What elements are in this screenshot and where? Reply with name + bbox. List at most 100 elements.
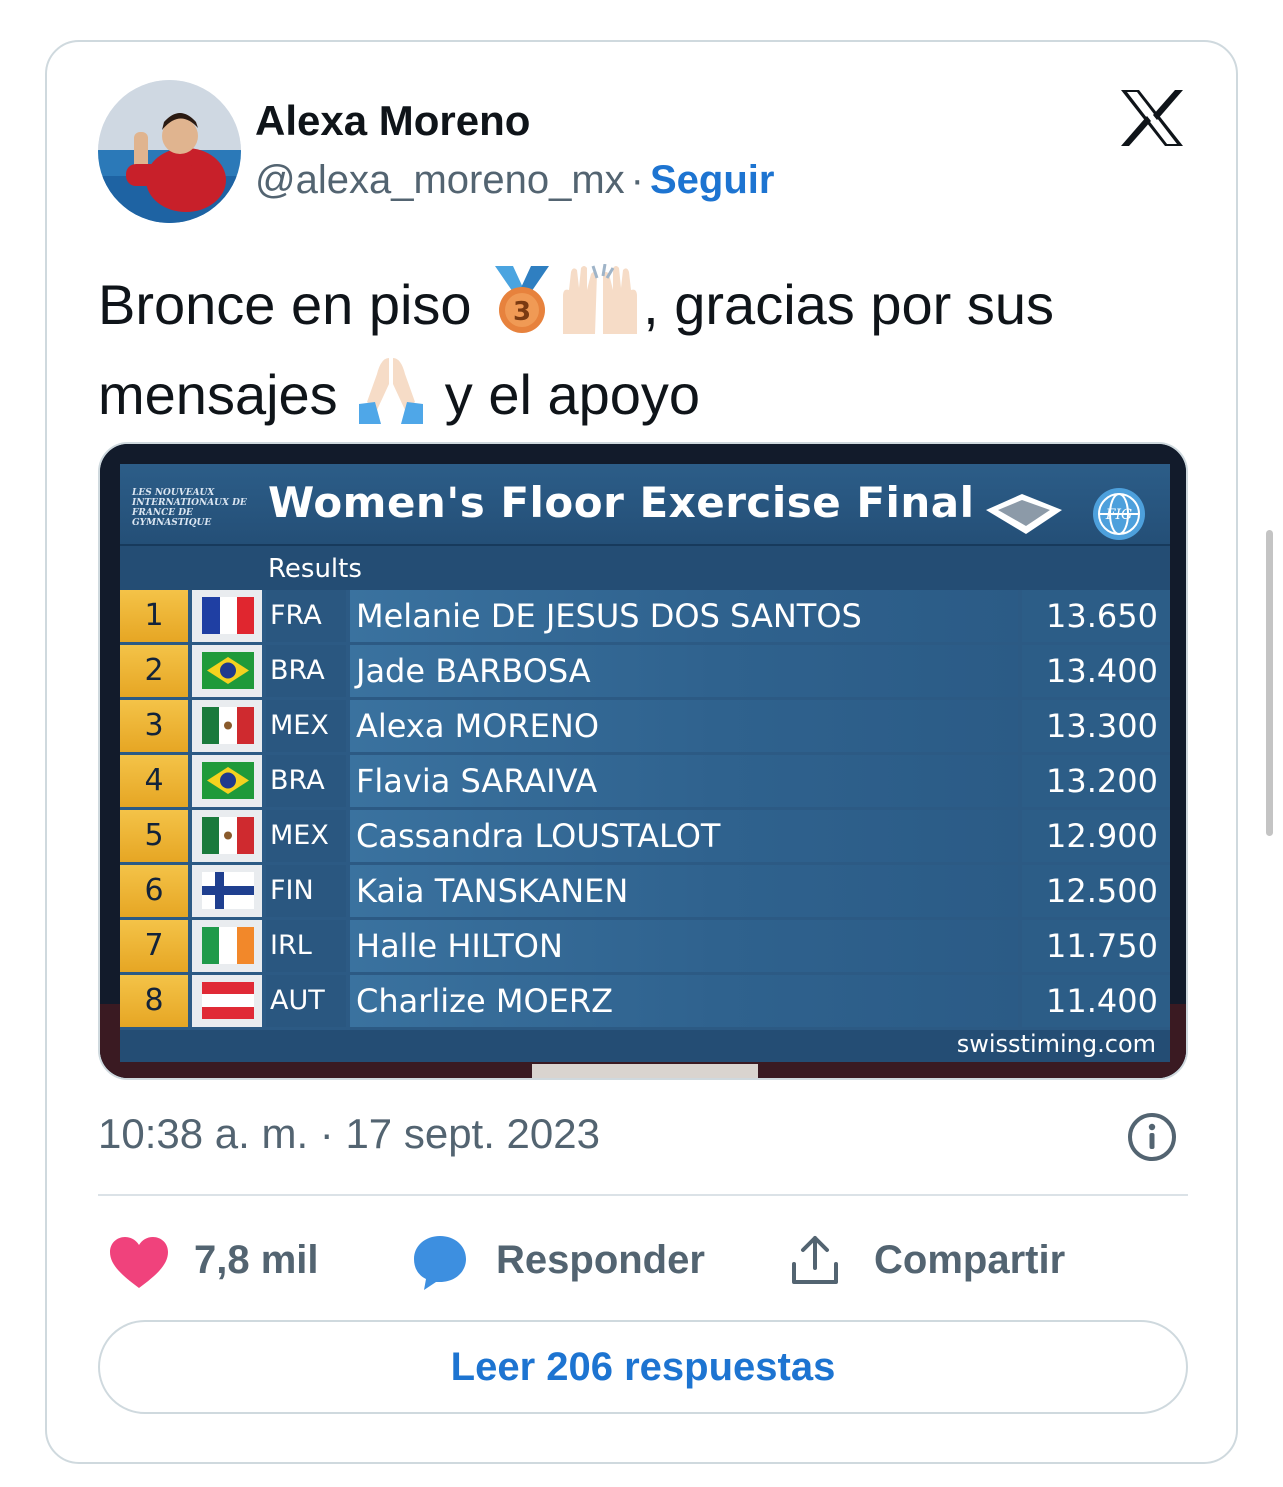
flag-bra-icon	[202, 762, 254, 799]
share-label: Compartir	[874, 1238, 1066, 1282]
result-row: 3 MEX Alexa MORENO 13.300	[120, 700, 1170, 752]
noc-cell: MEX	[266, 700, 346, 752]
noc-cell: MEX	[266, 810, 346, 862]
athlete-name: Melanie DE JESUS DOS SANTOS	[350, 590, 1018, 642]
result-row: 1 FRA Melanie DE JESUS DOS SANTOS 13.650	[120, 590, 1170, 642]
reply-button[interactable]: Responder	[410, 1230, 740, 1290]
noc-cell: BRA	[266, 645, 346, 697]
swisstiming-credit: swisstiming.com	[956, 1030, 1156, 1058]
result-row: 5 MEX Cassandra LOUSTALOT 12.900	[120, 810, 1170, 862]
scoreboard-title: Women's Floor Exercise Final	[268, 478, 975, 527]
noc-cell: FIN	[266, 865, 346, 917]
athlete-name: Jade BARBOSA	[350, 645, 1018, 697]
result-row: 2 BRA Jade BARBOSA 13.400	[120, 645, 1170, 697]
tweet-text-part: , gracias por sus	[643, 273, 1054, 336]
rank-cell: 2	[120, 645, 188, 697]
share-icon	[792, 1236, 838, 1284]
display-name[interactable]: Alexa Moreno	[255, 97, 530, 145]
noc-cell: IRL	[266, 920, 346, 972]
result-row: 8 AUT Charlize MOERZ 11.400	[120, 975, 1170, 1027]
flag-mex-icon	[202, 817, 254, 854]
bronze-medal-icon: 3	[487, 264, 557, 354]
score-cell: 12.900	[1022, 810, 1170, 862]
tweet-text: Bronce en piso 3 , gracias por sus mensaj…	[98, 263, 1178, 444]
score-cell: 13.400	[1022, 645, 1170, 697]
scoreboard-header: LES NOUVEAUX INTERNATIONAUX DE FRANCE DE…	[120, 464, 1170, 544]
flag-bra-icon	[202, 652, 254, 689]
score-cell: 13.650	[1022, 590, 1170, 642]
athlete-name: Flavia SARAIVA	[350, 755, 1018, 807]
score-cell: 11.400	[1022, 975, 1170, 1027]
scoreboard-footer: swisstiming.com	[120, 1030, 1170, 1062]
score-cell: 13.300	[1022, 700, 1170, 752]
athlete-name: Halle HILTON	[350, 920, 1018, 972]
flag-mex-icon	[202, 707, 254, 744]
info-icon[interactable]	[1125, 1110, 1179, 1164]
svg-text:3: 3	[513, 297, 531, 327]
tweet-text-part: mensajes	[98, 363, 354, 426]
noc-cell: BRA	[266, 755, 346, 807]
separator-dot: ·	[630, 158, 644, 202]
svg-text:FIG: FIG	[1105, 507, 1132, 523]
flag-fin-icon	[202, 872, 254, 909]
result-row: 4 BRA Flavia SARAIVA 13.200	[120, 755, 1170, 807]
flag-cell	[192, 975, 262, 1027]
flag-irl-icon	[202, 927, 254, 964]
flag-fra-icon	[202, 597, 254, 634]
reply-label: Responder	[496, 1238, 705, 1282]
tweet-text-part: y el apoyo	[429, 363, 701, 426]
share-button[interactable]: Compartir	[788, 1230, 1128, 1290]
raising-hands-icon	[557, 263, 643, 354]
noc-cell: FRA	[266, 590, 346, 642]
user-handle[interactable]: @alexa_moreno_mx	[255, 158, 625, 202]
flag-cell	[192, 590, 262, 642]
athlete-name: Alexa MORENO	[350, 700, 1018, 752]
scrollbar[interactable]	[1266, 530, 1273, 836]
like-count: 7,8 mil	[194, 1238, 319, 1282]
handle-row: @alexa_moreno_mx · Seguir	[255, 158, 774, 203]
action-bar: 7,8 mil Responder Compartir	[98, 1230, 1188, 1290]
rank-cell: 6	[120, 865, 188, 917]
results-label: Results	[268, 554, 362, 584]
reply-bubble-icon	[414, 1236, 466, 1290]
divider	[98, 1194, 1188, 1196]
results-bar: Results	[120, 544, 1170, 590]
flag-cell	[192, 810, 262, 862]
floor-apparatus-icon	[986, 494, 1062, 534]
organizer-logo: LES NOUVEAUX INTERNATIONAUX DE FRANCE DE…	[132, 488, 247, 528]
rank-cell: 4	[120, 755, 188, 807]
tweet-timestamp[interactable]: 10:38 a. m. · 17 sept. 2023	[98, 1110, 600, 1158]
flag-cell	[192, 755, 262, 807]
rank-cell: 5	[120, 810, 188, 862]
athlete-name: Cassandra LOUSTALOT	[350, 810, 1018, 862]
x-logo-icon[interactable]	[1119, 88, 1185, 148]
tweet-image[interactable]: LES NOUVEAUX INTERNATIONAUX DE FRANCE DE…	[98, 442, 1188, 1080]
rank-cell: 8	[120, 975, 188, 1027]
rank-cell: 1	[120, 590, 188, 642]
tweet-text-part: Bronce en piso	[98, 273, 488, 336]
tweet-card: Alexa Moreno @alexa_moreno_mx · Seguir Bro…	[45, 40, 1238, 1464]
flag-cell	[192, 865, 262, 917]
score-cell: 11.750	[1022, 920, 1170, 972]
athlete-name: Charlize MOERZ	[350, 975, 1018, 1027]
follow-button[interactable]: Seguir	[650, 158, 774, 202]
score-cell: 12.500	[1022, 865, 1170, 917]
rank-cell: 7	[120, 920, 188, 972]
read-replies-button[interactable]: Leer 206 respuestas	[98, 1320, 1188, 1414]
fig-logo-icon: FIG	[1093, 488, 1145, 540]
scoreboard: LES NOUVEAUX INTERNATIONAUX DE FRANCE DE…	[120, 464, 1170, 1062]
like-button[interactable]: 7,8 mil	[98, 1230, 338, 1290]
flag-cell	[192, 645, 262, 697]
folded-hands-icon	[353, 354, 429, 444]
result-row: 6 FIN Kaia TANSKANEN 12.500	[120, 865, 1170, 917]
rank-cell: 3	[120, 700, 188, 752]
flag-cell	[192, 920, 262, 972]
heart-icon	[110, 1237, 168, 1288]
avatar[interactable]	[98, 80, 241, 223]
noc-cell: AUT	[266, 975, 346, 1027]
score-cell: 13.200	[1022, 755, 1170, 807]
result-row: 7 IRL Halle HILTON 11.750	[120, 920, 1170, 972]
flag-cell	[192, 700, 262, 752]
athlete-name: Kaia TANSKANEN	[350, 865, 1018, 917]
flag-aut-icon	[202, 982, 254, 1019]
